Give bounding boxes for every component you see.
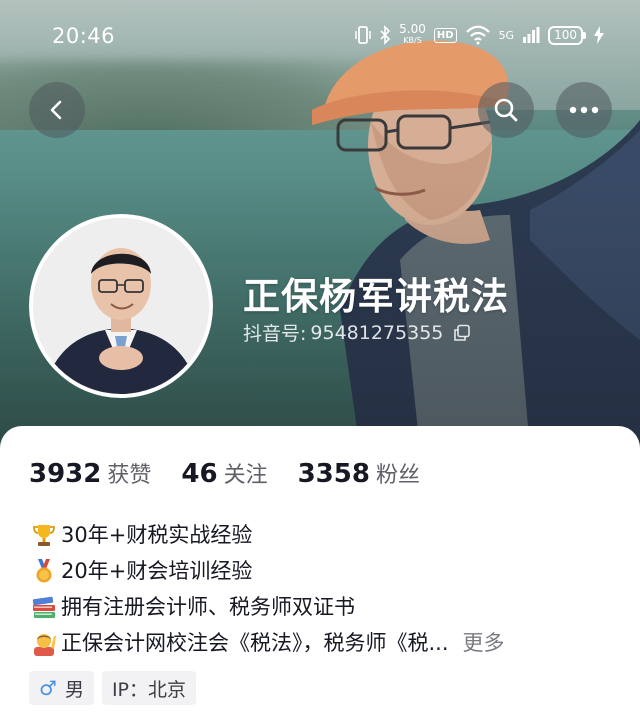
status-icons: 5.00 KB/S HD 5G 100 bbox=[355, 22, 604, 46]
bio-text: 拥有注册会计师、税务师双证书 bbox=[61, 595, 355, 619]
back-button[interactable] bbox=[29, 82, 85, 138]
bio-text: 30年+财税实战经验 bbox=[61, 523, 253, 547]
stat-followers-label: 粉丝 bbox=[375, 463, 420, 488]
ip-text: IP：北京 bbox=[111, 678, 187, 701]
bio[interactable]: 30年+财税实战经验 20年+财会培训经验 拥有注册会计师、税务师双证书 正保会… bbox=[29, 517, 619, 661]
bio-text: 正保会计网校注会《税法》，税务师《税... bbox=[61, 631, 449, 655]
books-icon bbox=[29, 592, 59, 622]
signal-bars-icon bbox=[523, 27, 540, 43]
net-speed: 5.00 KB/S bbox=[399, 22, 426, 46]
status-bar: 20:46 5.00 KB/S HD 5G 100 bbox=[0, 0, 640, 72]
stat-following-label: 关注 bbox=[223, 463, 268, 488]
bio-text: 20年+财会培训经验 bbox=[61, 559, 253, 583]
douyin-id-value: 95481275355 bbox=[310, 321, 444, 344]
stats-row: 3932 获赞 46 关注 3358 粉丝 bbox=[29, 457, 450, 489]
bio-more-link[interactable]: 更多 bbox=[463, 625, 505, 661]
search-button[interactable] bbox=[478, 82, 534, 138]
avatar-person-photo bbox=[33, 218, 209, 394]
back-arrow-icon bbox=[50, 100, 62, 120]
trophy-icon bbox=[29, 520, 59, 550]
net-speed-value: 5.00 bbox=[399, 22, 426, 36]
stat-followers[interactable]: 3358 粉丝 bbox=[298, 457, 420, 489]
stat-likes[interactable]: 3932 获赞 bbox=[29, 457, 151, 489]
bio-line: 30年+财税实战经验 bbox=[29, 517, 619, 553]
avatar-image bbox=[33, 218, 209, 394]
bluetooth-icon bbox=[380, 25, 391, 45]
network-type: 5G bbox=[498, 28, 515, 42]
male-icon: ♂ bbox=[39, 676, 57, 700]
profile-tags: ♂ 男 IP：北京 bbox=[29, 671, 197, 705]
search-icon bbox=[494, 98, 518, 122]
copy-icon[interactable] bbox=[453, 324, 471, 342]
wifi-icon bbox=[465, 25, 490, 45]
stat-following[interactable]: 46 关注 bbox=[181, 457, 267, 489]
douyin-id-label: 抖音号: bbox=[243, 323, 307, 345]
vibrate-icon bbox=[355, 26, 371, 44]
bio-line: 20年+财会培训经验 bbox=[29, 553, 619, 589]
more-button[interactable] bbox=[556, 82, 612, 138]
status-time: 20:46 bbox=[52, 24, 116, 48]
medal-icon bbox=[29, 556, 59, 586]
avatar[interactable] bbox=[29, 214, 213, 398]
profile-name: 正保杨军讲税法 bbox=[243, 275, 509, 318]
stat-likes-value: 3932 bbox=[29, 459, 102, 489]
ip-tag: IP：北京 bbox=[101, 671, 197, 705]
charging-icon bbox=[594, 26, 604, 44]
bio-line: 拥有注册会计师、税务师双证书 bbox=[29, 589, 619, 625]
net-speed-unit: KB/S bbox=[403, 36, 422, 45]
more-dots-icon bbox=[569, 106, 599, 114]
hd-badge: HD bbox=[433, 27, 457, 43]
battery-indicator: 100 bbox=[548, 25, 586, 45]
bio-line: 正保会计网校注会《税法》，税务师《税... 更多 bbox=[29, 625, 619, 661]
stat-followers-value: 3358 bbox=[297, 459, 370, 489]
stat-likes-label: 获赞 bbox=[107, 463, 152, 488]
stat-following-value: 46 bbox=[181, 459, 218, 489]
raising-hand-icon bbox=[29, 628, 59, 658]
douyin-id-row: 抖音号: 95481275355 bbox=[243, 319, 471, 346]
battery-tip bbox=[583, 31, 586, 39]
gender-tag: ♂ 男 bbox=[29, 671, 94, 705]
battery-level: 100 bbox=[548, 25, 583, 45]
gender-text: 男 bbox=[64, 678, 84, 701]
